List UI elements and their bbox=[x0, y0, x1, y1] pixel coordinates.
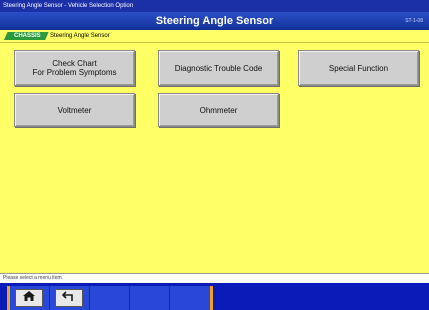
toolbar-empty-slot bbox=[130, 286, 170, 310]
page-header: Steering Angle Sensor ST-1-08 bbox=[0, 12, 429, 30]
special-function-label: Special Function bbox=[328, 63, 389, 73]
bottom-toolbar bbox=[0, 283, 429, 310]
diagnostic-trouble-code-button[interactable]: Diagnostic Trouble Code bbox=[158, 50, 279, 86]
toolbar-slot bbox=[10, 286, 50, 310]
breadcrumb: CHASSIS Steering Angle Sensor bbox=[0, 30, 429, 43]
toolbar-empty-slot bbox=[90, 286, 130, 310]
toolbar-button-group bbox=[7, 286, 213, 310]
toolbar-empty-slot bbox=[170, 286, 210, 310]
dtc-label: Diagnostic Trouble Code bbox=[174, 63, 263, 73]
window-title: Steering Angle Sensor - Vehicle Selectio… bbox=[3, 3, 134, 9]
toolbar-slot bbox=[50, 286, 90, 310]
breadcrumb-current: Steering Angle Sensor bbox=[50, 33, 110, 39]
back-icon bbox=[61, 289, 76, 307]
home-icon bbox=[22, 289, 36, 307]
breadcrumb-chassis-tab[interactable]: CHASSIS bbox=[4, 32, 49, 40]
voltmeter-label: Voltmeter bbox=[57, 105, 92, 115]
ohmmeter-button[interactable]: Ohmmeter bbox=[158, 93, 279, 127]
status-text: Please select a menu item. bbox=[3, 275, 64, 281]
screen-code: ST-1-08 bbox=[405, 18, 423, 24]
window-titlebar: Steering Angle Sensor - Vehicle Selectio… bbox=[0, 0, 429, 12]
check-chart-label: Check Chart For Problem Symptoms bbox=[32, 59, 117, 77]
ohmmeter-label: Ohmmeter bbox=[199, 105, 238, 115]
voltmeter-button[interactable]: Voltmeter bbox=[14, 93, 135, 127]
page-title: Steering Angle Sensor bbox=[155, 15, 274, 27]
check-chart-button[interactable]: Check Chart For Problem Symptoms bbox=[14, 50, 135, 86]
home-button[interactable] bbox=[15, 289, 43, 307]
back-button[interactable] bbox=[55, 289, 83, 307]
special-function-button[interactable]: Special Function bbox=[298, 50, 419, 86]
